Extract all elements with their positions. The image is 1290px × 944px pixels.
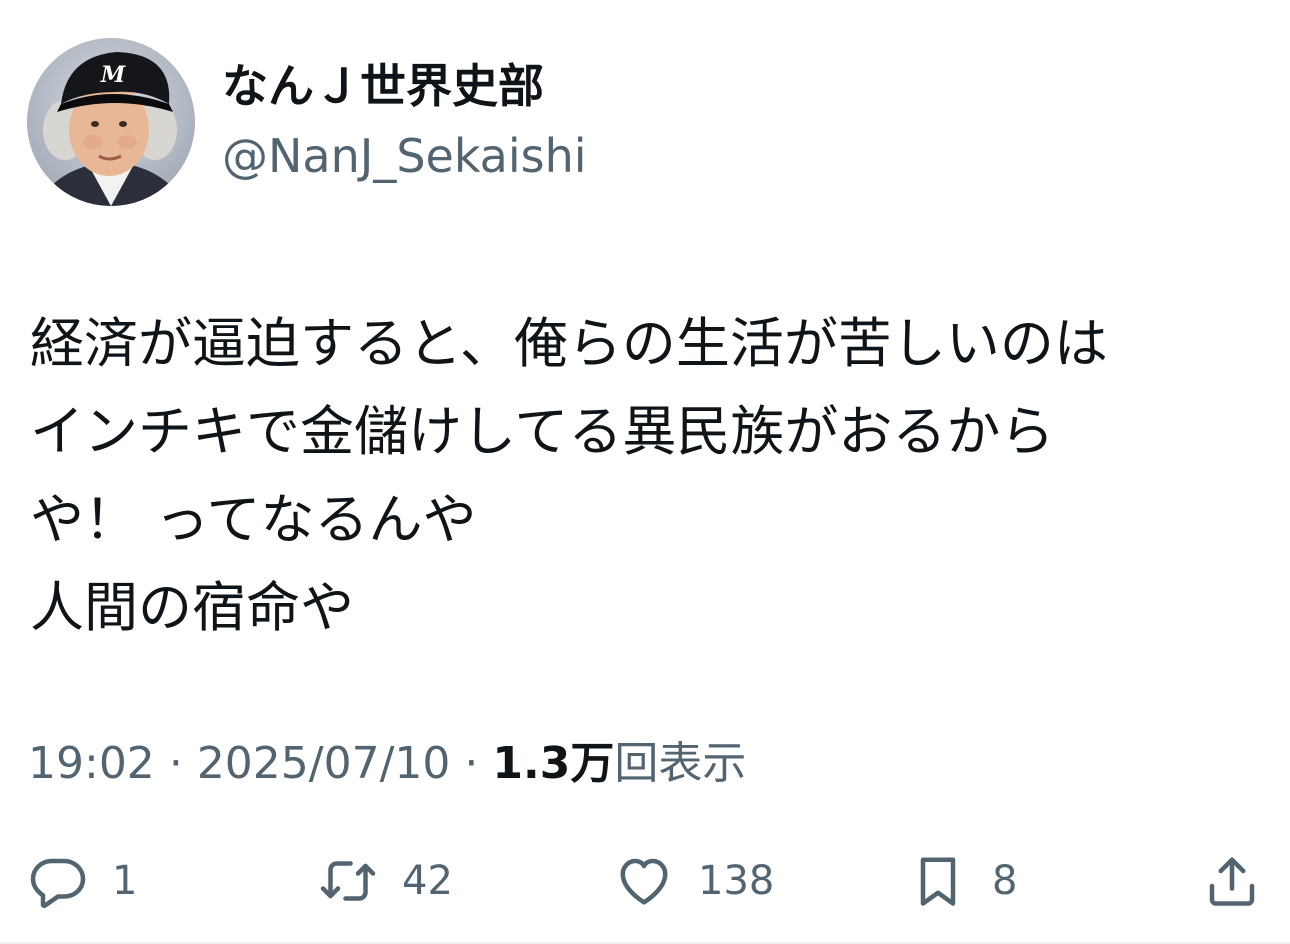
tweet-card: M なんＪ世界史部 @NanJ_Sekaishi 経済が逼迫すると、俺らの生活が…	[0, 0, 1290, 944]
like-button[interactable]: 138	[614, 845, 774, 917]
tweet-text-line: 経済が逼迫すると、俺らの生活が苦しいのは	[30, 312, 1108, 375]
cap-logo: M	[100, 62, 126, 88]
reply-icon	[30, 858, 86, 908]
share-button[interactable]	[1202, 845, 1262, 917]
post-date[interactable]: 2025/07/10	[197, 738, 451, 789]
meta-separator: ·	[168, 738, 183, 789]
display-name[interactable]: なんＪ世界史部	[222, 56, 544, 116]
meta-separator: ·	[464, 738, 479, 789]
retweet-button[interactable]: 42	[318, 845, 453, 917]
retweet-count: 42	[402, 858, 453, 904]
share-icon	[1209, 857, 1255, 906]
views-label: 回表示	[614, 738, 747, 789]
tweet-text-line: 人間の宿命や	[30, 576, 354, 639]
heart-icon	[620, 858, 668, 905]
views-count[interactable]: 1.3万	[492, 738, 614, 789]
avatar[interactable]: M	[27, 38, 195, 206]
tweet-text-line: や！ ってなるんや	[30, 488, 477, 551]
retweet-icon	[320, 861, 376, 901]
reply-count: 1	[112, 858, 138, 904]
post-time[interactable]: 19:02	[28, 738, 155, 789]
reply-button[interactable]: 1	[28, 845, 137, 917]
tweet-text: 経済が逼迫すると、俺らの生活が苦しいのは インチキで金儲けしてる異民族がおるから…	[30, 300, 1270, 652]
bookmark-count: 8	[992, 858, 1018, 904]
tweet-meta: 19:02 · 2025/07/10 · 1.3万回表示	[28, 734, 746, 794]
bookmark-button[interactable]: 8	[908, 845, 1017, 917]
tweet-text-line: インチキで金儲けしてる異民族がおるから	[30, 400, 1055, 463]
avatar-portrait-image: M	[27, 38, 195, 206]
like-count: 138	[698, 858, 775, 904]
user-handle[interactable]: @NanJ_Sekaishi	[222, 126, 587, 186]
action-bar: 1 42 138 8	[0, 845, 1290, 917]
bookmark-icon	[920, 857, 956, 906]
